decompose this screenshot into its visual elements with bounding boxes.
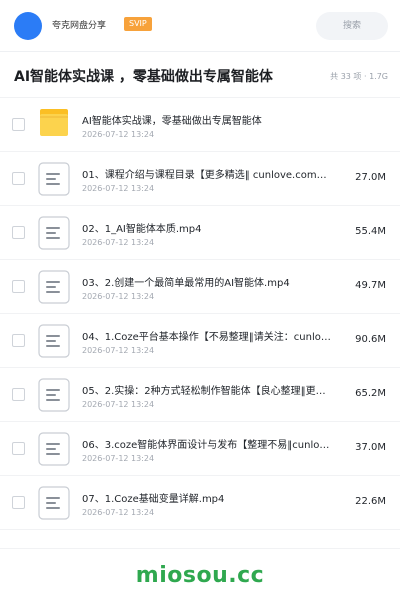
row-checkbox[interactable] (12, 172, 25, 185)
document-icon (38, 324, 70, 358)
file-date: 2026-07-12 13:24 (82, 400, 155, 409)
avatar[interactable] (14, 12, 42, 40)
file-size: 27.0M (355, 172, 386, 183)
file-size: 55.4M (355, 226, 386, 237)
file-name[interactable]: 02、1_AI智能体本质.mp4 (82, 220, 334, 235)
file-size: 37.0M (355, 442, 386, 453)
file-size: 49.7M (355, 280, 386, 291)
file-date: 2026-07-12 13:24 (82, 130, 155, 139)
file-row[interactable]: 05、2.实操：2种方式轻松制作智能体【良心整理‖更多精选】.mp4 2026-0… (0, 368, 400, 422)
file-date: 2026-07-12 13:24 (82, 508, 155, 517)
file-row[interactable]: 02、1_AI智能体本质.mp4 2026-07-12 13:24 55.4M (0, 206, 400, 260)
row-checkbox[interactable] (12, 442, 25, 455)
file-row[interactable]: AI智能体实战课，零基础做出专属智能体 2026-07-12 13:24 (0, 98, 400, 152)
page-title: AI智能体实战课 ，零基础做出专属智能体 (14, 69, 273, 85)
file-date: 2026-07-12 13:24 (82, 238, 155, 247)
share-page: 夸克网盘分享 SVIP 搜索 AI智能体实战课 ，零基础做出专属智能体 共 33… (0, 0, 400, 600)
file-name[interactable]: 06、3.coze智能体界面设计与发布【整理不易‖cunlove.com】.mp… (82, 436, 334, 451)
folder-icon (38, 108, 70, 142)
svip-badge: SVIP (124, 17, 152, 31)
file-name[interactable]: 04、1.Coze平台基本操作【不易整理‖请关注：cunlove.com】.mp… (82, 328, 334, 343)
file-name[interactable]: 03、2.创建一个最简单最常用的AI智能体.mp4 (82, 274, 334, 289)
document-icon (38, 162, 70, 196)
search-input[interactable]: 搜索 (316, 12, 388, 40)
file-row[interactable]: 06、3.coze智能体界面设计与发布【整理不易‖cunlove.com】.mp… (0, 422, 400, 476)
document-icon (38, 378, 70, 412)
watermark-logo: miosou.cc (135, 563, 265, 588)
sharer-name[interactable]: 夸克网盘分享 (52, 18, 106, 31)
document-icon (38, 486, 70, 520)
file-row[interactable]: 01、课程介绍与课程目录【更多精选‖ cunlove.com】.mp4 2026-… (0, 152, 400, 206)
file-date: 2026-07-12 13:24 (82, 454, 155, 463)
file-name[interactable]: 01、课程介绍与课程目录【更多精选‖ cunlove.com】.mp4 (82, 166, 334, 181)
file-name[interactable]: AI智能体实战课，零基础做出专属智能体 (82, 112, 334, 127)
file-date: 2026-07-12 13:24 (82, 292, 155, 301)
document-icon (38, 270, 70, 304)
header-bar: 夸克网盘分享 SVIP 搜索 (0, 0, 400, 52)
file-date: 2026-07-12 13:24 (82, 346, 155, 355)
document-icon (38, 216, 70, 250)
row-checkbox[interactable] (12, 226, 25, 239)
file-size: 22.6M (355, 496, 386, 507)
row-checkbox[interactable] (12, 118, 25, 131)
file-name[interactable]: 07、1.Coze基础变量详解.mp4 (82, 490, 334, 505)
document-icon (38, 432, 70, 466)
file-row[interactable]: 07、1.Coze基础变量详解.mp4 2026-07-12 13:24 22.6M (0, 476, 400, 530)
file-size: 65.2M (355, 388, 386, 399)
file-date: 2026-07-12 13:24 (82, 184, 155, 193)
row-checkbox[interactable] (12, 334, 25, 347)
file-size: 90.6M (355, 334, 386, 345)
file-list: AI智能体实战课，零基础做出专属智能体 2026-07-12 13:24 01、课程… (0, 98, 400, 530)
row-checkbox[interactable] (12, 280, 25, 293)
file-row[interactable]: 04、1.Coze平台基本操作【不易整理‖请关注：cunlove.com】.mp… (0, 314, 400, 368)
row-checkbox[interactable] (12, 388, 25, 401)
row-checkbox[interactable] (12, 496, 25, 509)
footer-divider (0, 548, 400, 549)
folder-title-row: AI智能体实战课 ，零基础做出专属智能体 共 33 项 · 1.7G (0, 52, 400, 98)
folder-meta: 共 33 项 · 1.7G (330, 72, 388, 81)
file-name[interactable]: 05、2.实操：2种方式轻松制作智能体【良心整理‖更多精选】.mp4 (82, 382, 334, 397)
file-row[interactable]: 03、2.创建一个最简单最常用的AI智能体.mp4 2026-07-12 13:2… (0, 260, 400, 314)
